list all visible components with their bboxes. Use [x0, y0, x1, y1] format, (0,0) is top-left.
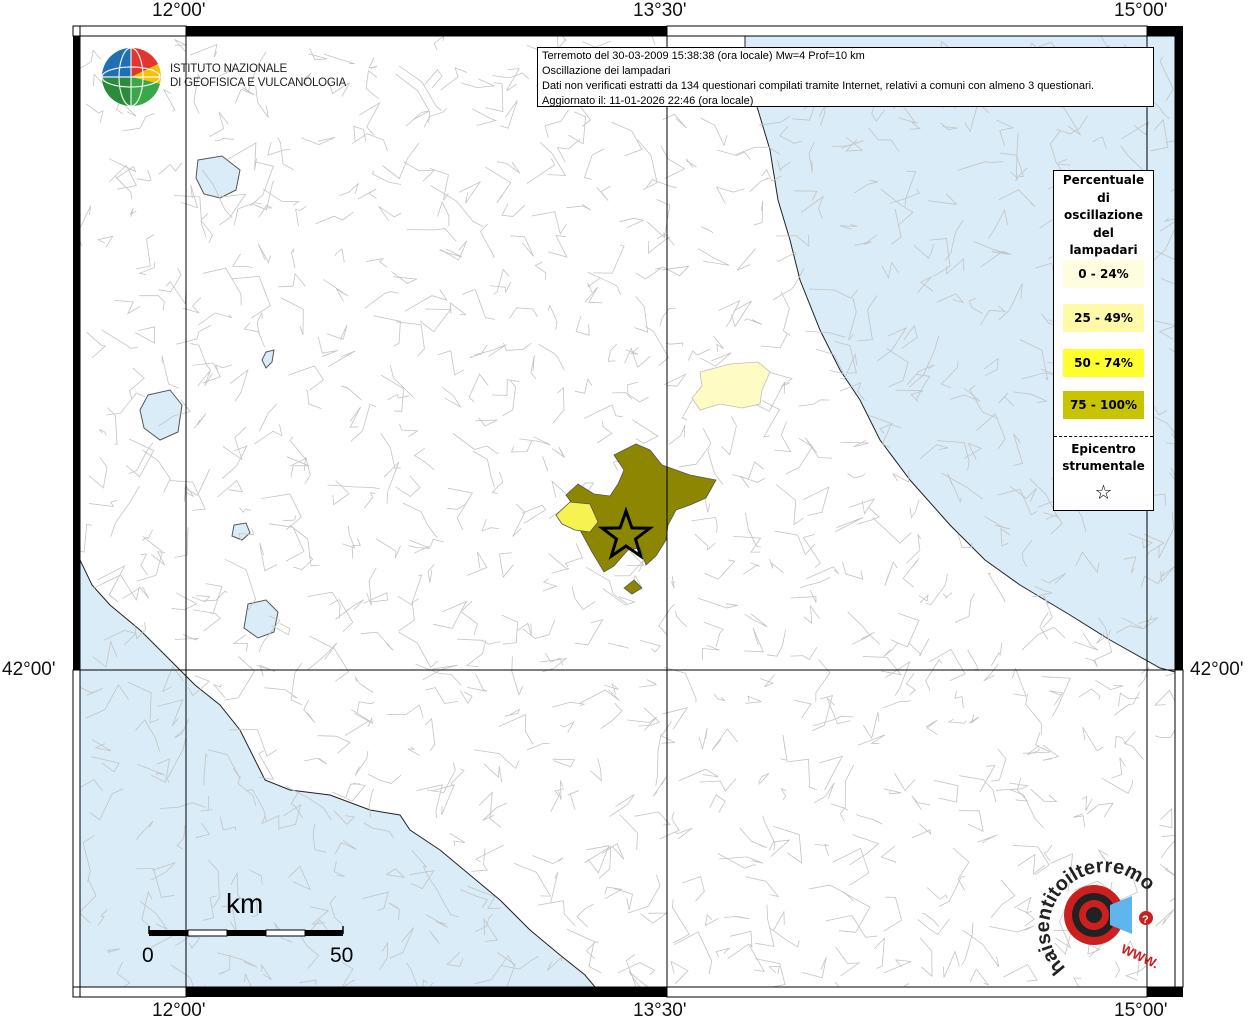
coord-top-lon3: 15°00'	[1114, 0, 1168, 21]
legend-separator	[1054, 436, 1153, 437]
municipal-border-line	[1191, 549, 1207, 557]
legend-epicenter-label: Epicentro strumentale	[1062, 442, 1145, 473]
municipal-border-line	[1185, 175, 1200, 194]
municipal-border-line	[1192, 255, 1205, 281]
info-data-note: Dati non verificati estratti da 134 ques…	[542, 80, 1095, 92]
municipal-border-line	[1186, 438, 1225, 459]
ingv-logo-line2: DI GEOFISICA E VULCANOLOGIA	[170, 77, 347, 89]
legend-item-25-49: 25 - 49%	[1063, 304, 1144, 332]
legend-title: Percentuale di oscillazione del lampadar…	[1062, 173, 1145, 257]
municipal-border-line	[1184, 796, 1193, 837]
legend-item-50-74: 50 - 74%	[1063, 349, 1144, 377]
coord-right-lat1: 42°00'	[1190, 659, 1244, 680]
municipal-border-line	[1200, 99, 1216, 124]
ingv-logo-text: ISTITUTO NAZIONALE DI GEOFISICA E VULCAN…	[170, 62, 346, 90]
info-updated: Aggiornato il: 11-01-2026 22:46 (ora loc…	[542, 95, 754, 107]
coord-left-lat1: 42°00'	[2, 659, 56, 680]
municipal-border-line	[1186, 742, 1220, 759]
ingv-logo-line1: ISTITUTO NAZIONALE	[170, 63, 287, 75]
coord-bottom-lon2: 13°30'	[633, 1000, 687, 1021]
earthquake-info-box: Terremoto del 30-03-2009 15:38:38 (ora l…	[537, 47, 1154, 107]
municipal-border-line	[1185, 743, 1231, 754]
municipal-border-line	[1184, 868, 1196, 888]
municipal-border-line	[1184, 336, 1226, 365]
scale-unit-label: km	[226, 888, 264, 919]
municipal-border-line	[1195, 972, 1201, 985]
municipal-border-line	[1192, 344, 1218, 386]
seismic-map: haisentitoilterremoto.it WWW. ?	[0, 0, 1234, 998]
municipal-border-line	[1184, 164, 1207, 205]
municipal-border-line	[1204, 931, 1223, 958]
legend-star-icon: ☆	[1094, 480, 1113, 504]
scale-max-label: 50	[330, 944, 354, 967]
municipal-border-line	[1188, 380, 1207, 407]
municipal-border-line	[1201, 839, 1231, 869]
municipal-border-line	[1187, 297, 1207, 311]
legend-item-75-100: 75 - 100%	[1063, 391, 1144, 419]
legend-item-0-24: 0 - 24%	[1063, 260, 1144, 288]
map-legend: Percentuale di oscillazione del lampadar…	[1053, 170, 1154, 511]
coord-top-lon2: 13°30'	[633, 0, 687, 21]
info-event: Terremoto del 30-03-2009 15:38:38 (ora l…	[542, 50, 865, 62]
hsit-question-mark: ?	[1142, 914, 1149, 926]
municipal-border-line	[1201, 898, 1234, 926]
coord-top-lon1: 12°00'	[152, 0, 206, 21]
coord-bottom-lon3: 15°00'	[1114, 1000, 1168, 1021]
scale-min-label: 0	[142, 944, 154, 967]
municipal-border-line	[1179, 587, 1206, 627]
coord-bottom-lon1: 12°00'	[152, 1000, 206, 1021]
info-subject: Oscillazione dei lampadari	[542, 65, 671, 77]
ingv-logo-icon	[101, 47, 161, 107]
